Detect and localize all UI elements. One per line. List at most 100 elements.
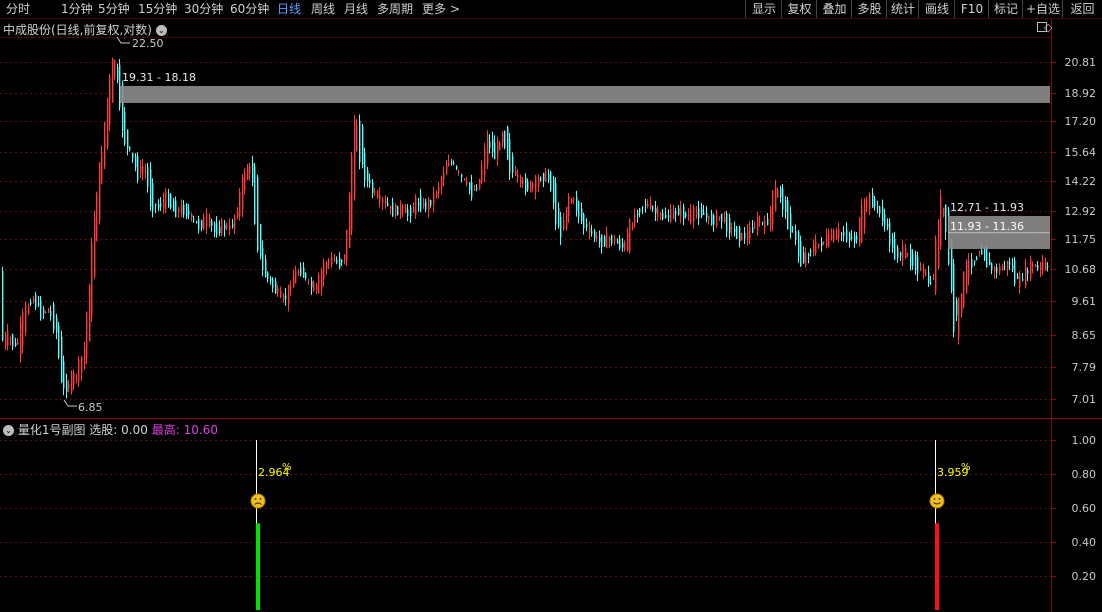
draw-line-button[interactable]: 画线 (918, 0, 955, 18)
candle-body (28, 305, 30, 314)
tab-15min[interactable]: 15分钟 (138, 0, 177, 18)
candle-body (581, 208, 583, 221)
signal-bar (256, 523, 260, 610)
candle-body (606, 232, 608, 248)
tab-5min[interactable]: 5分钟 (98, 0, 130, 18)
price-zone-band (948, 233, 1050, 249)
candle-body (991, 263, 993, 271)
candle-body (420, 195, 422, 211)
candle-body (805, 253, 807, 266)
candle-body (267, 272, 269, 279)
candle-body (186, 204, 188, 217)
candle-body (232, 224, 234, 227)
candle-body (305, 273, 307, 279)
diamond-icon[interactable]: ◇ (1044, 21, 1052, 34)
tab-daily[interactable]: 日线 (277, 0, 301, 18)
candle-body (680, 207, 682, 217)
candle-body (109, 76, 111, 126)
add-watchlist-button[interactable]: +自选 (1022, 0, 1063, 18)
candle-body (379, 194, 381, 203)
overlay-button[interactable]: 叠加 (816, 0, 852, 18)
candle-body (535, 176, 537, 193)
candle-body (7, 330, 9, 346)
candle-body (86, 312, 88, 358)
candle-body (114, 60, 116, 78)
candle-body (831, 235, 833, 239)
back-button[interactable]: 返回 (1062, 0, 1102, 18)
candle-body (808, 254, 810, 257)
tab-multi-period[interactable]: 多周期 (377, 0, 413, 18)
candlestick-chart[interactable]: 20.81 18.92 17.20 15.64 14.22 12.92 11.75 10.68… (0, 0, 1102, 612)
candle-body (1027, 270, 1029, 274)
candle-body (300, 266, 302, 276)
candle-body (458, 171, 460, 173)
candle-body (846, 229, 848, 241)
candle-body (823, 241, 825, 243)
candle-body (716, 211, 718, 227)
price-tick-label: 9.61 (1072, 295, 1097, 308)
f10-button[interactable]: F10 (954, 0, 989, 18)
indicator-tick-label: 0.80 (1072, 468, 1097, 481)
candle-body (328, 260, 330, 264)
candle-body (627, 232, 629, 251)
candle-body (826, 234, 828, 247)
candle-body (254, 166, 256, 225)
candle-body (545, 171, 547, 182)
tab-intraday[interactable]: 分时 (6, 0, 30, 18)
candle-body (1002, 266, 1004, 271)
tab-30min[interactable]: 30分钟 (184, 0, 223, 18)
candle-body (1032, 265, 1034, 267)
candle-body (405, 207, 407, 214)
price-tick-label: 11.75 (1065, 233, 1097, 246)
candle-body (277, 288, 279, 294)
candle-body (520, 176, 522, 183)
candle-body (127, 129, 129, 149)
price-zone-label: 12.71 - 11.93 (950, 201, 1024, 214)
candle-body (247, 167, 249, 180)
indicator-menu-icon[interactable]: ⌄ (3, 425, 14, 436)
adjust-button[interactable]: 复权 (781, 0, 817, 18)
price-tick-label: 17.20 (1065, 115, 1097, 128)
candle-body (897, 247, 899, 258)
more-arrow-icon[interactable]: > (450, 0, 460, 18)
candle-body (678, 208, 680, 216)
indicator-name[interactable]: 量化1号副图 (18, 423, 86, 437)
candle-body (624, 242, 626, 249)
candle-body (451, 162, 453, 164)
tab-more[interactable]: 更多 (422, 0, 446, 18)
candle-body (400, 204, 402, 214)
candle-body (749, 227, 751, 239)
candle-body (668, 215, 670, 218)
candle-body (833, 229, 835, 243)
tab-monthly[interactable]: 月线 (344, 0, 368, 18)
candle-body (599, 237, 601, 242)
display-button[interactable]: 显示 (745, 0, 782, 18)
candle-body (25, 304, 27, 333)
candle-body (920, 266, 922, 270)
tab-60min[interactable]: 60分钟 (230, 0, 269, 18)
tab-weekly[interactable]: 周线 (311, 0, 335, 18)
tab-1min[interactable]: 1分钟 (61, 0, 93, 18)
candle-body (1004, 266, 1006, 268)
candle-body (415, 196, 417, 215)
candle-body (124, 112, 126, 144)
candle-body (336, 259, 338, 263)
candle-body (132, 152, 134, 159)
candle-body (1030, 258, 1032, 279)
candle-body (874, 198, 876, 206)
candle-body (203, 216, 205, 230)
candle-body (252, 162, 254, 183)
indicator-tick-label: 1.00 (1072, 434, 1097, 447)
candle-body (981, 249, 983, 255)
indicator-high-label: 最高: (151, 423, 180, 437)
candle-body (441, 177, 443, 189)
chart-menu-icon[interactable]: ⌄ (155, 25, 167, 36)
candle-body (135, 156, 137, 168)
candle-body (193, 218, 195, 220)
candle-body (856, 235, 858, 240)
mark-button[interactable]: 标记 (988, 0, 1023, 18)
multi-stock-button[interactable]: 多股 (851, 0, 887, 18)
candle-body (517, 175, 519, 178)
statistics-button[interactable]: 统计 (886, 0, 919, 18)
candle-body (35, 294, 37, 308)
